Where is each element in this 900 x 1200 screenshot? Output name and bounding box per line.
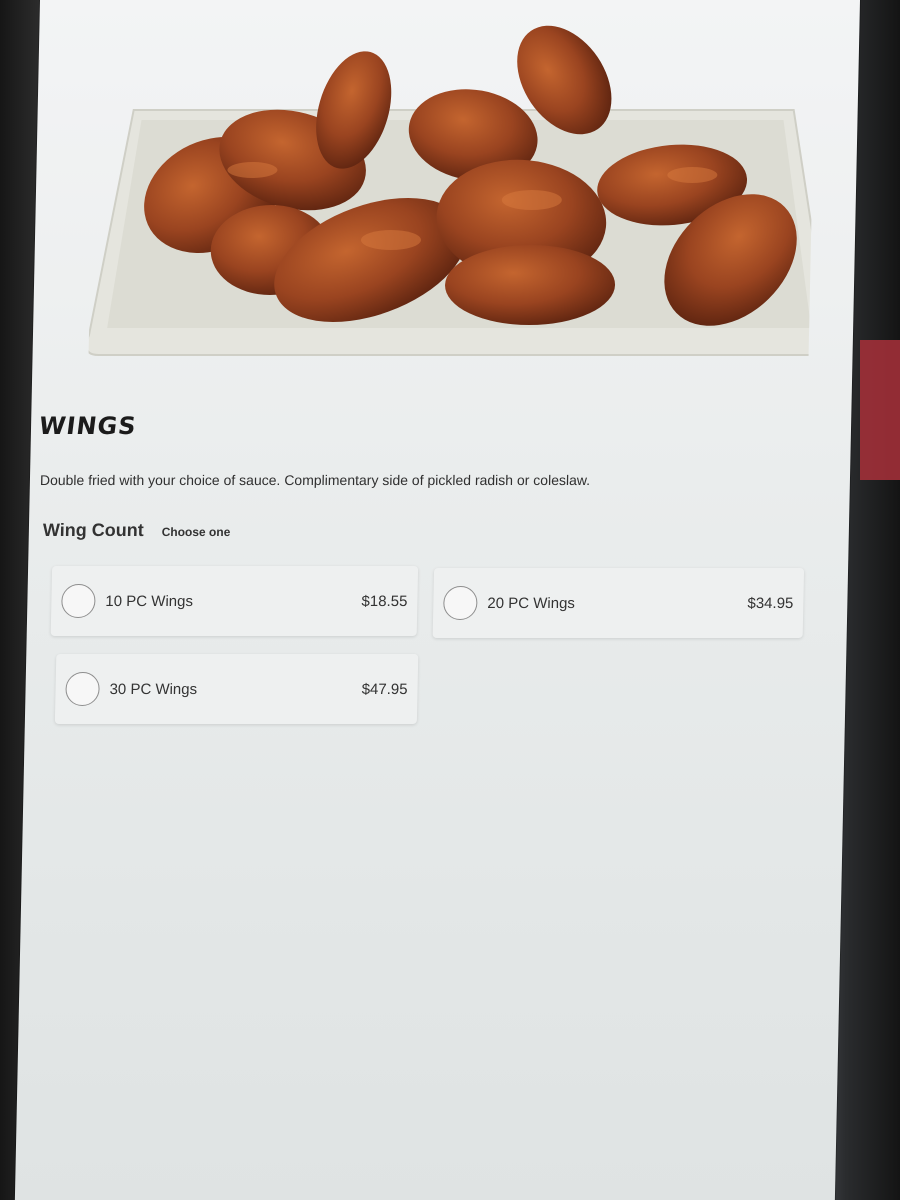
item-photo (88, 10, 816, 370)
modifier-group-header: Wing Count Choose one (43, 520, 231, 541)
option-20-pc-wings[interactable]: 20 PC Wings $34.95 (432, 568, 805, 638)
background-red-panel (860, 340, 900, 480)
option-name: 20 PC Wings (487, 594, 576, 612)
item-title: WINGS (37, 412, 139, 440)
item-description: Double fried with your choice of sauce. … (39, 472, 591, 488)
wings-on-tray-image (88, 25, 816, 356)
radio-button[interactable] (443, 586, 478, 620)
option-name: 30 PC Wings (109, 680, 198, 698)
modifier-group-hint: Choose one (161, 525, 231, 539)
option-10-pc-wings[interactable]: 10 PC Wings $18.55 (50, 566, 419, 636)
radio-button[interactable] (65, 672, 100, 706)
kiosk-screen: WINGS Double fried with your choice of s… (14, 0, 860, 1200)
option-name: 10 PC Wings (105, 592, 194, 610)
option-price: $34.95 (747, 594, 794, 612)
modifier-group-label: Wing Count (42, 520, 144, 540)
option-price: $47.95 (361, 680, 408, 698)
radio-button[interactable] (61, 584, 96, 618)
option-30-pc-wings[interactable]: 30 PC Wings $47.95 (54, 654, 419, 724)
option-price: $18.55 (361, 592, 408, 610)
